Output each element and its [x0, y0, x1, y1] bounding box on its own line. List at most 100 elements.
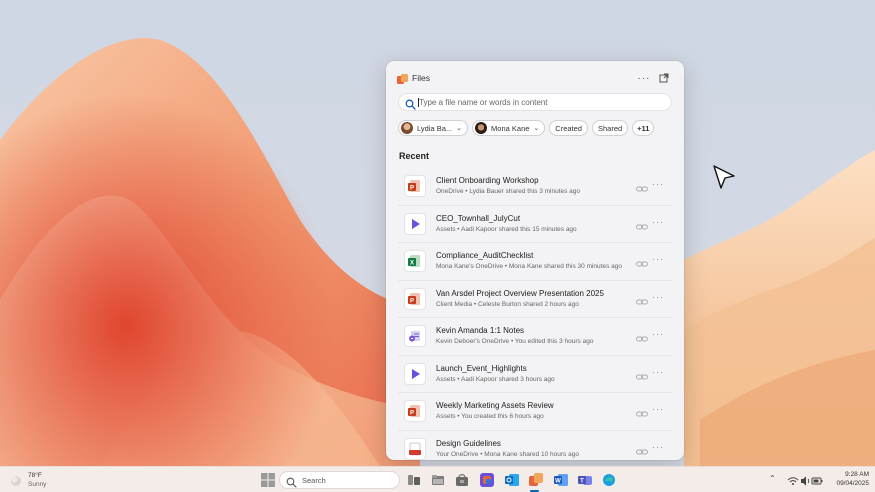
weather-sun-icon: [10, 474, 22, 486]
file-meta: Kevin Deboer's OneDrive • You edited thi…: [436, 338, 594, 345]
row-more-options-button[interactable]: ···: [652, 404, 664, 414]
powerpoint-file-icon: P: [404, 287, 426, 310]
files-app-taskbar-icon[interactable]: [529, 473, 543, 487]
windows-start-icon[interactable]: [261, 473, 275, 487]
file-row[interactable]: X Compliance_AuditChecklist Mona Kane's …: [398, 243, 672, 281]
row-more-options-button[interactable]: ···: [652, 329, 664, 339]
file-row[interactable]: CEO_Townhall_JulyCut Assets • Aadi Kapoo…: [398, 206, 672, 243]
more-options-button[interactable]: ···: [636, 70, 652, 86]
svg-text:P: P: [410, 298, 414, 304]
video-file-icon: [404, 212, 426, 235]
row-more-options-button[interactable]: ···: [652, 442, 664, 452]
powerpoint-file-icon: P: [404, 400, 426, 422]
chevron-down-icon: ⌄: [456, 125, 463, 132]
clock-time: 9:28 AM: [845, 471, 869, 478]
file-name: Van Arsdel Project Overview Presentation…: [436, 288, 604, 298]
svg-text:P: P: [410, 186, 414, 192]
file-row[interactable]: P Van Arsdel Project Overview Presentati…: [398, 281, 672, 318]
search-icon: [405, 97, 416, 110]
teams-icon[interactable]: T: [578, 473, 592, 487]
copy-link-icon[interactable]: [636, 369, 648, 379]
taskbar-search-label: Search: [302, 476, 326, 485]
loop-file-icon: [404, 325, 426, 347]
file-row[interactable]: Design Guidelines Your OneDrive • Mona K…: [398, 431, 672, 461]
video-file-icon: [404, 362, 426, 385]
word-icon[interactable]: W: [554, 473, 568, 487]
avatar: [475, 122, 488, 134]
svg-text:T: T: [580, 479, 584, 485]
svg-text:X: X: [410, 261, 414, 267]
avatar: [401, 122, 413, 134]
file-row[interactable]: Kevin Amanda 1:1 Notes Kevin Deboer's On…: [398, 318, 672, 356]
mouse-pointer-icon: [712, 164, 738, 192]
file-row[interactable]: P Weekly Marketing Assets Review Assets …: [398, 393, 672, 431]
panel-header: Files ···: [386, 61, 684, 95]
expand-icon: [659, 73, 669, 83]
file-name: Client Onboarding Workshop: [436, 176, 539, 185]
file-row[interactable]: Launch_Event_Highlights Assets • Aadi Ka…: [398, 356, 672, 393]
copy-link-icon[interactable]: [636, 181, 648, 192]
open-in-new-window-button[interactable]: [656, 70, 672, 86]
file-meta: Your OneDrive • Mona Kane shared 10 hour…: [436, 450, 579, 458]
files-app-icon: [397, 72, 408, 84]
file-meta: Assets • You created this 6 hours ago: [436, 413, 544, 420]
edge-browser-icon[interactable]: [602, 473, 616, 487]
file-name: CEO_Townhall_JulyCut: [436, 213, 521, 223]
filter-person-lydia[interactable]: Lydia Ba... ⌄: [398, 120, 469, 136]
store-icon[interactable]: [455, 473, 469, 487]
copy-link-icon[interactable]: [636, 406, 648, 417]
search-icon: [286, 475, 297, 488]
weather-temperature: 78°F: [28, 472, 42, 479]
file-meta: OneDrive • Lydia Bauer shared this 3 min…: [436, 188, 581, 195]
row-more-options-button[interactable]: ···: [652, 179, 664, 189]
file-name: Compliance_AuditChecklist: [436, 251, 534, 260]
recent-files-list: P Client Onboarding Workshop OneDrive • …: [398, 168, 672, 460]
row-more-options-button[interactable]: ···: [652, 254, 664, 264]
files-panel: Files ··· Lydia Ba... ⌄ Mona Kane ⌄: [386, 61, 684, 460]
row-more-options-button[interactable]: ···: [652, 367, 664, 377]
file-name: Kevin Amanda 1:1 Notes: [436, 326, 525, 335]
chevron-down-icon: ⌄: [533, 125, 540, 132]
taskbar-search-box[interactable]: Search: [279, 471, 400, 489]
copy-link-icon[interactable]: [636, 256, 648, 267]
file-search-box[interactable]: [398, 93, 672, 111]
file-meta: Mona Kane's OneDrive • Mona Kane shared …: [436, 263, 622, 270]
system-clock[interactable]: 9:28 AM 09/04/2025: [829, 471, 869, 487]
clock-date: 09/04/2025: [836, 480, 869, 487]
task-view-icon[interactable]: [407, 473, 421, 487]
search-input[interactable]: [419, 95, 667, 109]
copy-link-icon[interactable]: [636, 219, 648, 229]
taskbar: 78°F Sunny Search W T ⌃ 9:28 AM 09/04/20…: [0, 466, 875, 492]
outlook-icon[interactable]: [505, 473, 519, 487]
file-explorer-icon[interactable]: [431, 473, 445, 487]
system-tray-icons[interactable]: [787, 474, 823, 486]
copy-link-icon[interactable]: [636, 331, 648, 342]
excel-file-icon: X: [404, 250, 426, 272]
pdf-file-icon: [404, 437, 426, 460]
file-name: Launch_Event_Highlights: [436, 363, 527, 373]
copy-link-icon[interactable]: [636, 444, 648, 454]
filter-chips: Lydia Ba... ⌄ Mona Kane ⌄ Created Shared…: [398, 120, 655, 137]
file-meta: Assets • Aadi Kapoor shared this 15 minu…: [436, 225, 577, 233]
filter-person-label: Mona Kane: [491, 123, 530, 133]
chevron-up-icon[interactable]: ⌃: [769, 474, 776, 483]
filter-more[interactable]: +11: [632, 120, 655, 136]
file-meta: Assets • Aadi Kapoor shared 3 hours ago: [436, 375, 555, 383]
copy-link-icon[interactable]: [636, 294, 648, 304]
svg-text:W: W: [555, 479, 561, 485]
filter-created[interactable]: Created: [549, 120, 588, 136]
file-meta: Client Media • Celeste Burton shared 2 h…: [436, 300, 579, 308]
svg-text:P: P: [410, 411, 414, 417]
file-name: Weekly Marketing Assets Review: [436, 401, 554, 410]
row-more-options-button[interactable]: ···: [652, 217, 664, 227]
filter-shared[interactable]: Shared: [591, 120, 629, 136]
filter-person-mona[interactable]: Mona Kane ⌄: [472, 120, 546, 136]
section-heading-recent: Recent: [399, 151, 430, 161]
file-row[interactable]: P Client Onboarding Workshop OneDrive • …: [398, 168, 672, 206]
powerpoint-file-icon: P: [404, 175, 426, 197]
weather-condition: Sunny: [28, 481, 47, 488]
panel-title: Files: [412, 73, 430, 83]
file-name: Design Guidelines: [436, 438, 501, 448]
copilot-app-icon[interactable]: [480, 473, 494, 487]
row-more-options-button[interactable]: ···: [652, 292, 664, 302]
